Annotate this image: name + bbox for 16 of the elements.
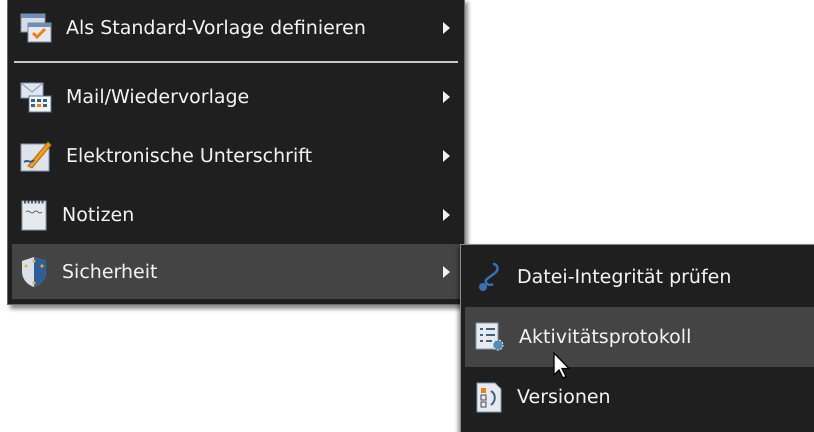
mouse-cursor-icon xyxy=(553,352,571,379)
menu-item[interactable]: Elektronische Unterschrift xyxy=(12,126,460,185)
checked-window-icon xyxy=(20,13,52,43)
shield-icon xyxy=(20,256,48,288)
menu-item[interactable]: Mail/Wiedervorlage xyxy=(12,67,460,126)
menu-item[interactable]: Sicherheit xyxy=(12,244,460,299)
versions-document-icon xyxy=(475,381,503,413)
list-gear-icon xyxy=(475,322,505,352)
mail-calendar-icon xyxy=(20,80,52,112)
menu-item[interactable]: Datei-Integrität prüfen xyxy=(465,247,814,307)
menu-item[interactable]: Notizen xyxy=(12,185,460,244)
menu-item[interactable]: Versionen xyxy=(465,367,814,427)
signature-pen-icon xyxy=(20,140,52,172)
notepad-icon xyxy=(20,198,48,230)
menu-item[interactable]: Aktivitätsprotokoll xyxy=(465,307,814,367)
menu-item[interactable]: Als Standard-Vorlage definieren xyxy=(12,0,460,58)
